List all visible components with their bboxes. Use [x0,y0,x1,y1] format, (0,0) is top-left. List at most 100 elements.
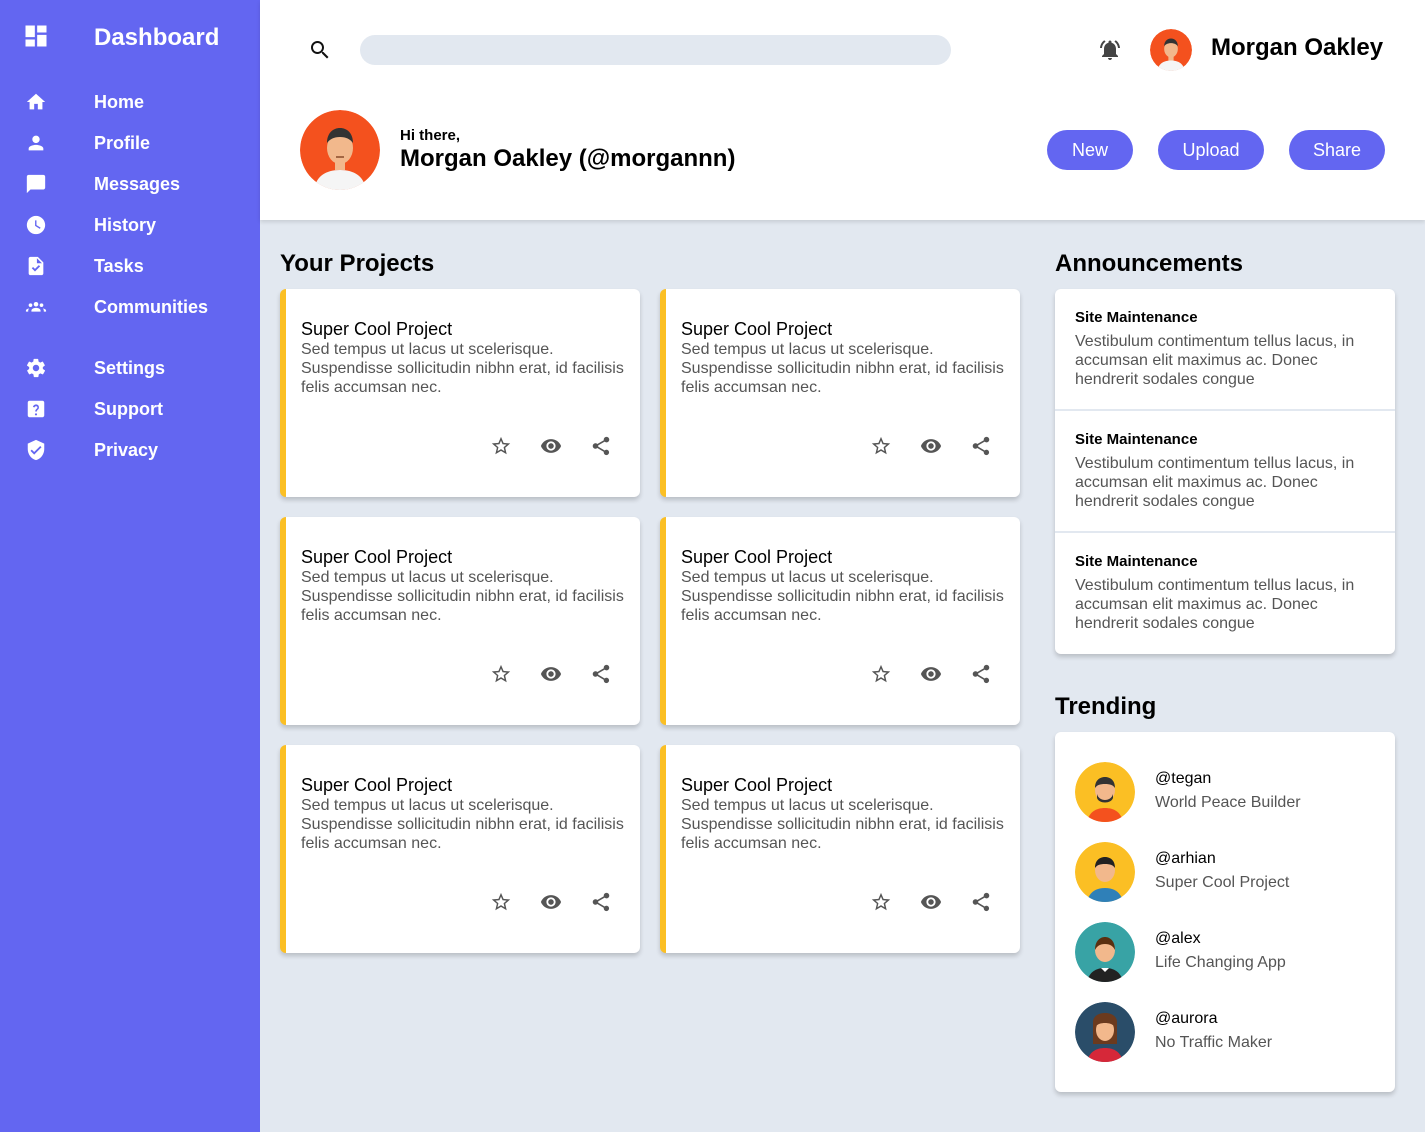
trending-item[interactable]: @tegan World Peace Builder [1075,762,1375,822]
star-icon[interactable] [870,435,894,459]
project-card[interactable]: Super Cool Project Sed tempus ut lacus u… [660,745,1020,953]
card-actions [490,891,620,915]
brand[interactable]: Dashboard [22,22,219,51]
sidebar-item-label: Tasks [94,255,144,276]
sidebar-item-label: History [94,214,157,235]
avatar [1075,1002,1135,1062]
gear-icon [24,356,48,380]
bell-icon[interactable] [1098,38,1122,62]
star-icon[interactable] [870,891,894,915]
trending-desc: No Traffic Maker [1155,1034,1273,1051]
sidebar-item-profile[interactable]: Profile [0,128,260,158]
sidebar-item-settings[interactable]: Settings [0,353,260,383]
sidebar-item-label: Messages [94,173,181,194]
project-title: Super Cool Project [301,319,453,339]
star-icon[interactable] [490,891,514,915]
project-card[interactable]: Super Cool Project Sed tempus ut lacus u… [280,517,640,725]
project-card[interactable]: Super Cool Project Sed tempus ut lacus u… [660,289,1020,497]
project-description: Sed tempus ut lacus ut scelerisque. Susp… [301,341,624,396]
sidebar: Dashboard Home Profile Messages History … [0,0,260,1132]
sidebar-item-communities[interactable]: Communities [0,292,260,322]
card-actions [870,891,1000,915]
project-card[interactable]: Super Cool Project Sed tempus ut lacus u… [660,517,1020,725]
announcements-panel: Site Maintenance Vestibulum contimentum … [1055,289,1395,654]
person-icon [24,131,48,155]
project-description: Sed tempus ut lacus ut scelerisque. Susp… [301,569,624,624]
share-icon[interactable] [590,663,614,687]
header: Morgan Oakley Hi there, Morgan Oakley (@… [260,0,1425,220]
eye-icon[interactable] [540,435,564,459]
trending-item[interactable]: @alex Life Changing App [1075,922,1375,982]
star-icon[interactable] [490,435,514,459]
sidebar-item-support[interactable]: Support [0,394,260,424]
group-icon [24,295,48,319]
trending-handle: @arhian [1155,850,1216,867]
avatar[interactable] [1150,29,1192,71]
trending-item[interactable]: @arhian Super Cool Project [1075,842,1375,902]
brand-title: Dashboard [94,24,220,51]
dashboard-icon [25,25,47,47]
share-icon[interactable] [590,435,614,459]
card-actions [870,435,1000,459]
sidebar-item-tasks[interactable]: Tasks [0,251,260,281]
announcement-title: Site Maintenance [1075,309,1198,326]
sidebar-item-privacy[interactable]: Privacy [0,435,260,465]
sidebar-item-label: Privacy [94,439,159,460]
announcement-item[interactable]: Site Maintenance Vestibulum contimentum … [1055,411,1395,533]
sidebar-item-history[interactable]: History [0,210,260,240]
user-name[interactable]: Morgan Oakley [1211,34,1383,62]
trending-panel: @tegan World Peace Builder @arhian Super… [1055,732,1395,1092]
share-icon[interactable] [970,663,994,687]
projects-title: Your Projects [280,250,435,277]
help-icon [24,397,48,421]
project-title: Super Cool Project [301,547,453,567]
eye-icon[interactable] [920,435,944,459]
project-title: Super Cool Project [681,547,833,567]
home-icon [24,90,48,114]
greeting: Hi there, [400,127,461,144]
announcement-title: Site Maintenance [1075,553,1198,570]
shield-icon [24,438,48,462]
profile-avatar [300,110,380,190]
search-icon[interactable] [308,38,332,62]
announcement-body: Vestibulum contimentum tellus lacus, in … [1075,577,1355,632]
sidebar-item-home[interactable]: Home [0,87,260,117]
share-icon[interactable] [970,435,994,459]
project-title: Super Cool Project [681,319,833,339]
share-button[interactable]: Share [1289,130,1385,170]
avatar [1075,842,1135,902]
clock-icon [24,213,48,237]
new-button[interactable]: New [1047,130,1133,170]
project-title: Super Cool Project [681,775,833,795]
sidebar-item-label: Profile [94,132,151,153]
announcement-item[interactable]: Site Maintenance Vestibulum contimentum … [1055,533,1395,654]
project-card[interactable]: Super Cool Project Sed tempus ut lacus u… [280,289,640,497]
trending-desc: Life Changing App [1155,954,1286,971]
project-description: Sed tempus ut lacus ut scelerisque. Susp… [681,341,1004,396]
task-icon [24,254,48,278]
upload-button[interactable]: Upload [1158,130,1264,170]
project-title: Super Cool Project [301,775,453,795]
announcement-item[interactable]: Site Maintenance Vestibulum contimentum … [1055,289,1395,411]
announcements-title: Announcements [1055,250,1244,277]
sidebar-item-messages[interactable]: Messages [0,169,260,199]
project-description: Sed tempus ut lacus ut scelerisque. Susp… [681,569,1004,624]
eye-icon[interactable] [540,663,564,687]
card-actions [490,663,620,687]
project-description: Sed tempus ut lacus ut scelerisque. Susp… [301,797,624,852]
trending-item[interactable]: @aurora No Traffic Maker [1075,1002,1375,1062]
share-icon[interactable] [590,891,614,915]
avatar [1075,922,1135,982]
card-actions [490,435,620,459]
eye-icon[interactable] [920,663,944,687]
announcement-body: Vestibulum contimentum tellus lacus, in … [1075,455,1355,510]
star-icon[interactable] [870,663,894,687]
star-icon[interactable] [490,663,514,687]
project-card[interactable]: Super Cool Project Sed tempus ut lacus u… [280,745,640,953]
user-full-name: Morgan Oakley (@morgannn) [400,145,736,172]
eye-icon[interactable] [540,891,564,915]
share-icon[interactable] [970,891,994,915]
eye-icon[interactable] [920,891,944,915]
chat-icon [24,172,48,196]
search-input[interactable] [360,35,951,65]
